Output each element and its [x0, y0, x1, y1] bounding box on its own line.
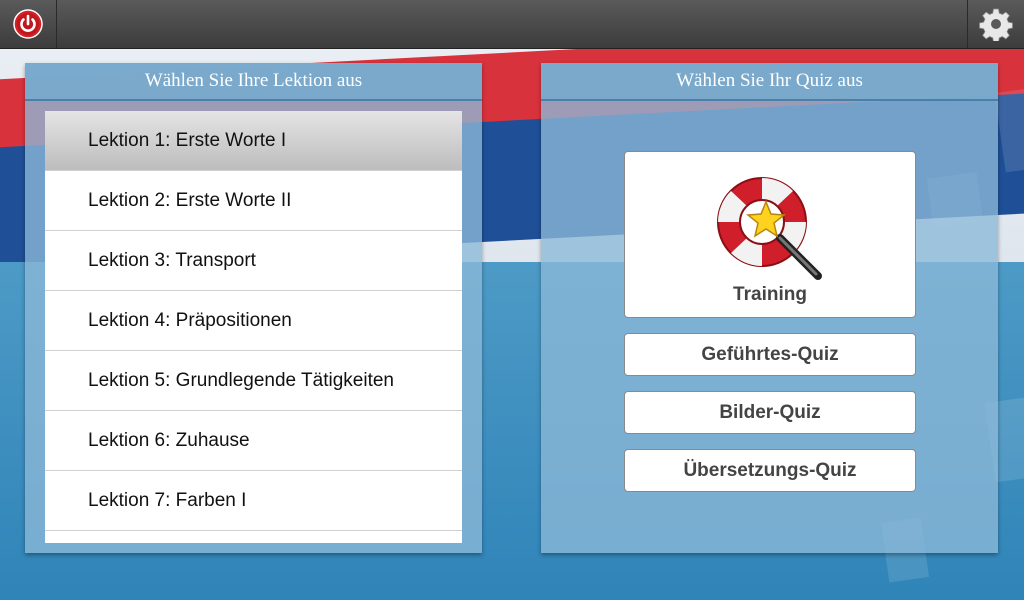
translation-quiz-button[interactable]: Übersetzungs-Quiz — [624, 449, 916, 492]
power-button[interactable] — [0, 0, 57, 48]
lesson-list[interactable]: Lektion 1: Erste Worte I Lektion 2: Erst… — [45, 111, 462, 543]
lesson-panel: Wählen Sie Ihre Lektion aus Lektion 1: E… — [25, 63, 482, 553]
picture-quiz-button[interactable]: Bilder-Quiz — [624, 391, 916, 434]
lesson-item[interactable]: Lektion 2: Erste Worte II — [45, 171, 462, 231]
lesson-item[interactable]: Lektion 4: Präpositionen — [45, 291, 462, 351]
lesson-item[interactable]: Lektion 7: Farben I — [45, 471, 462, 531]
training-label: Training — [733, 284, 807, 305]
lesson-item[interactable]: Lektion 6: Zuhause — [45, 411, 462, 471]
settings-button[interactable] — [967, 0, 1024, 48]
quiz-panel-title: Wählen Sie Ihr Quiz aus — [541, 63, 998, 101]
power-icon — [13, 9, 43, 39]
lifebuoy-star-magnifier-icon — [717, 177, 822, 280]
top-bar — [0, 0, 1024, 49]
guided-quiz-button[interactable]: Geführtes-Quiz — [624, 333, 916, 376]
training-button[interactable]: Training — [624, 151, 916, 318]
lesson-panel-title: Wählen Sie Ihre Lektion aus — [25, 63, 482, 101]
lesson-item[interactable]: Lektion 5: Grundlegende Tätigkeiten — [45, 351, 462, 411]
quiz-panel: Wählen Sie Ihr Quiz aus Training Geführt… — [541, 63, 998, 553]
lesson-item[interactable]: Lektion 3: Transport — [45, 231, 462, 291]
lesson-item[interactable]: Lektion 1: Erste Worte I — [45, 111, 462, 171]
gear-icon — [979, 8, 1013, 41]
